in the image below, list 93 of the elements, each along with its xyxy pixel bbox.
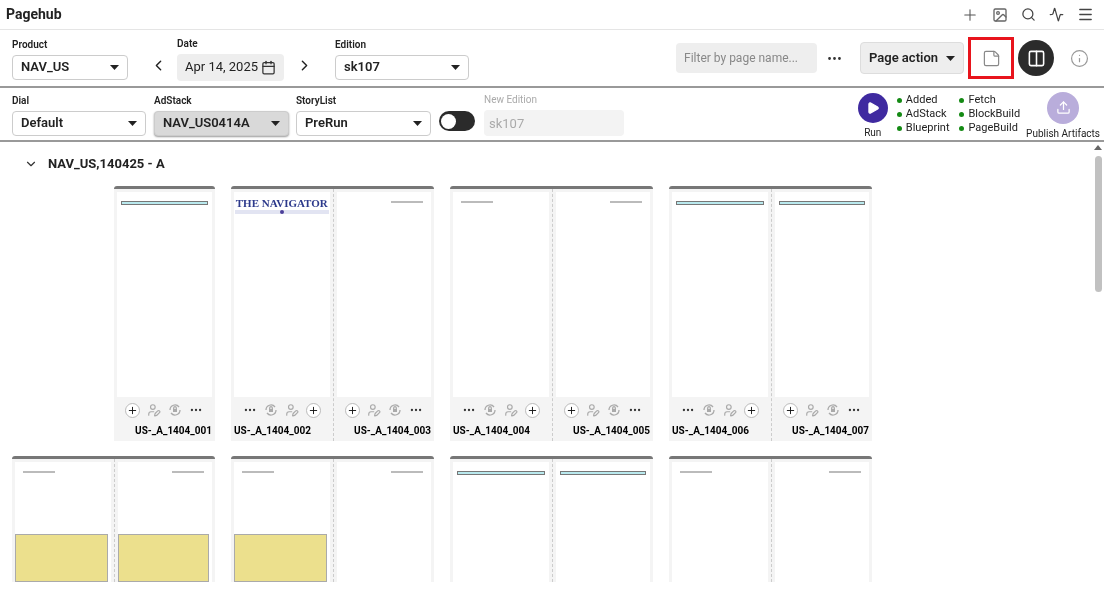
caret-icon bbox=[451, 64, 460, 70]
lock-refresh-icon[interactable] bbox=[482, 403, 497, 417]
page-label: US-_A_1404_001 bbox=[134, 424, 213, 438]
run-label: Run bbox=[864, 125, 882, 140]
lock-refresh-icon[interactable] bbox=[168, 403, 183, 417]
upload-icon bbox=[1055, 100, 1071, 115]
image-icon[interactable] bbox=[992, 6, 1008, 23]
note-button[interactable] bbox=[968, 37, 1014, 79]
status-label: PageBuild bbox=[968, 121, 1018, 135]
add-icon[interactable] bbox=[305, 402, 321, 418]
folio-line bbox=[829, 471, 861, 473]
user-edit-icon[interactable] bbox=[366, 403, 381, 417]
page-action-button[interactable]: Page action bbox=[860, 42, 964, 74]
user-edit-icon[interactable] bbox=[804, 403, 819, 417]
lock-refresh-icon[interactable] bbox=[606, 403, 621, 417]
add-icon[interactable] bbox=[563, 402, 579, 418]
page-label: US-_A_1404_004 bbox=[452, 424, 531, 438]
publish-label: Publish Artifacts bbox=[1026, 126, 1100, 141]
folio-line bbox=[680, 471, 712, 473]
toggle-switch[interactable] bbox=[439, 111, 475, 131]
split-view-button[interactable] bbox=[1018, 40, 1054, 76]
status-label: Blueprint bbox=[905, 121, 950, 135]
menu-icon[interactable] bbox=[1077, 6, 1094, 23]
split-view-icon bbox=[1026, 48, 1046, 68]
page-label: US-_A_1404_005 bbox=[572, 424, 651, 438]
user-edit-icon[interactable] bbox=[585, 403, 600, 417]
dropdown[interactable]: NAV_US bbox=[12, 54, 128, 80]
folio-line bbox=[23, 471, 55, 473]
publish-button[interactable] bbox=[1047, 91, 1080, 124]
add-icon[interactable] bbox=[125, 402, 141, 418]
status-label: AdStack bbox=[905, 107, 947, 121]
caret-icon bbox=[271, 120, 280, 126]
caret-icon bbox=[128, 120, 137, 126]
caret-icon bbox=[413, 120, 422, 126]
page-label: US-_A_1404_007 bbox=[791, 424, 870, 438]
page-thumbnail[interactable] bbox=[774, 192, 869, 397]
page-thumbnail[interactable] bbox=[336, 192, 431, 397]
page-label: US-_A_1404_002 bbox=[233, 424, 312, 438]
dropdown[interactable]: sk107 bbox=[335, 54, 469, 80]
page-thumbnail[interactable] bbox=[453, 192, 549, 397]
lock-refresh-icon[interactable] bbox=[263, 403, 278, 417]
user-edit-icon[interactable] bbox=[722, 403, 737, 417]
page-thumbnail[interactable] bbox=[672, 192, 768, 397]
page-label: US-_A_1404_003 bbox=[353, 424, 432, 438]
scroll-up-icon[interactable] bbox=[1094, 145, 1102, 150]
page-thumbnail[interactable] bbox=[555, 192, 650, 397]
user-edit-icon[interactable] bbox=[147, 403, 162, 417]
run-button[interactable] bbox=[857, 92, 888, 123]
add-icon[interactable] bbox=[344, 402, 360, 418]
field-label: New Edition bbox=[484, 93, 539, 107]
page-label: US-_A_1404_006 bbox=[671, 424, 750, 438]
activity-icon[interactable] bbox=[1049, 7, 1064, 22]
field-label: Dial bbox=[12, 93, 31, 108]
page-thumbnail[interactable] bbox=[116, 192, 212, 397]
caret-icon bbox=[110, 64, 119, 70]
masthead-title: THE NAVIGATOR bbox=[235, 198, 328, 209]
app-title: Pagehub bbox=[6, 5, 62, 24]
status-label: Added bbox=[905, 93, 938, 107]
dropdown[interactable]: Default bbox=[12, 110, 146, 136]
lock-refresh-icon[interactable] bbox=[701, 403, 716, 417]
folio-line bbox=[391, 471, 423, 473]
dropdown[interactable]: PreRun bbox=[296, 110, 431, 136]
folio-line bbox=[391, 201, 423, 203]
caret-icon bbox=[946, 55, 955, 61]
info-icon[interactable] bbox=[1070, 48, 1089, 68]
lock-refresh-icon[interactable] bbox=[825, 403, 840, 417]
sticky-note-icon bbox=[981, 48, 1001, 68]
user-edit-icon[interactable] bbox=[503, 403, 518, 417]
calendar-icon bbox=[261, 59, 276, 75]
status-label: Fetch bbox=[968, 93, 996, 107]
section-title: NAV_US,140425 - A bbox=[48, 155, 165, 174]
field-label: StoryList bbox=[296, 93, 338, 108]
page-thumbnail[interactable]: THE NAVIGATOR bbox=[234, 192, 330, 397]
filter-field[interactable]: Filter by page name... bbox=[676, 43, 817, 73]
scrollbar-thumb[interactable] bbox=[1094, 156, 1102, 292]
add-icon[interactable] bbox=[743, 402, 759, 418]
lock-refresh-icon[interactable] bbox=[387, 403, 402, 417]
field-label: Date bbox=[177, 36, 199, 51]
dropdown[interactable]: NAV_US0414A bbox=[154, 110, 289, 136]
folio-line bbox=[461, 201, 493, 203]
folio-line bbox=[242, 471, 274, 473]
play-icon bbox=[865, 100, 880, 115]
search-icon[interactable] bbox=[1021, 7, 1036, 22]
user-edit-icon[interactable] bbox=[284, 403, 299, 417]
field-label: Edition bbox=[335, 37, 367, 52]
folio-line bbox=[172, 471, 204, 473]
status-label: BlockBuild bbox=[968, 107, 1021, 121]
add-icon[interactable] bbox=[782, 402, 798, 418]
folio-line bbox=[610, 201, 642, 203]
field-label: AdStack bbox=[154, 93, 193, 108]
add-icon[interactable] bbox=[524, 402, 540, 418]
date-field[interactable]: Apr 14, 2025 bbox=[177, 53, 284, 81]
field-label: Product bbox=[12, 37, 49, 52]
